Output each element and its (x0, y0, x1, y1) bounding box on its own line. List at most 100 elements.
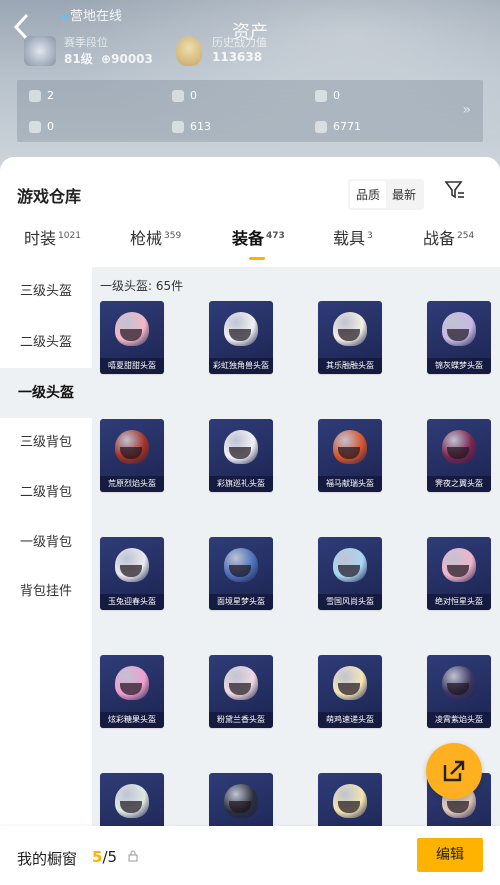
rank-caption: 赛季段位 (64, 36, 108, 49)
sidebar-item-level1-helmet[interactable]: 一级头盔 (0, 368, 92, 418)
showcase-current: 5 (92, 848, 103, 866)
item-name: 绝对恒星头盔 (427, 594, 491, 610)
tab-guns[interactable]: 枪械 359 (130, 225, 181, 249)
item-name: 玉兔迎春头盔 (100, 594, 164, 610)
lock-icon (128, 850, 138, 862)
medal-icon (315, 120, 327, 133)
item-name: 荒原烈焰头盔 (100, 476, 164, 492)
sort-toggle: 品质 最新 (348, 179, 425, 210)
item-card[interactable]: 福马献瑞头盔 (318, 419, 382, 492)
active-tab-indicator (249, 257, 265, 260)
tab-label: 时装 (24, 229, 57, 248)
resource-panel: 2 0 0 0 613 6771 » (17, 80, 483, 142)
rank-badge-icon (24, 36, 56, 66)
resource-value: 2 (47, 89, 54, 102)
item-card[interactable]: 凌霄紫焰头盔 (427, 655, 491, 728)
ticket-icon (29, 89, 41, 102)
tab-fashion[interactable]: 时装 1021 (24, 225, 81, 249)
warehouse-title: 游戏仓库 (17, 187, 82, 206)
rank-points: 90003 (111, 52, 153, 66)
item-card[interactable]: 锦灰蝶梦头盔 (427, 301, 491, 374)
item-name: 锦灰蝶梦头盔 (427, 358, 491, 374)
category-tabs: 时装 1021 枪械 359 装备 473 载具 3 战备 254 (0, 225, 500, 267)
resource-item: 2 (29, 89, 54, 102)
rank-stat: 赛季段位 81级 ⊕90003 (64, 34, 153, 67)
item-name: 粉黛兰香头盔 (209, 712, 273, 728)
item-name: 其乐融融头盔 (318, 358, 382, 374)
tab-label: 装备 (232, 229, 265, 248)
sidebar-item-level3-helmet[interactable]: 三级头盔 (0, 267, 92, 317)
sub-category-sidebar: 三级头盔 二级头盔 一级头盔 三级背包 二级背包 一级背包 背包挂件 (0, 267, 92, 885)
sidebar-item-level2-backpack[interactable]: 二级背包 (0, 468, 92, 518)
gold-coin-icon (315, 89, 327, 102)
power-badge-icon (176, 36, 202, 66)
item-card[interactable]: 炫彩糖果头盔 (100, 655, 164, 728)
warehouse-panel: 游戏仓库 品质 最新 时装 1021 枪械 359 装备 473 载具 3 战备 254 … (0, 157, 500, 885)
item-card[interactable]: 彩旗巡礼头盔 (209, 419, 273, 492)
showcase-bar: 我的橱窗 5/5 编辑 (0, 826, 500, 885)
coin-icon (172, 89, 184, 102)
item-card[interactable]: 粉黛兰香头盔 (209, 655, 273, 728)
tab-label: 战备 (423, 229, 456, 248)
item-card[interactable]: 霁夜之翼头盔 (427, 419, 491, 492)
tab-count: 3 (367, 230, 373, 241)
resource-value: 613 (190, 120, 211, 133)
resource-item: 0 (172, 89, 197, 102)
edit-button[interactable]: 编辑 (417, 838, 483, 872)
item-card[interactable]: 玉兔迎春头盔 (100, 537, 164, 610)
asset-header: 营地在线 资产 赛季段位 81级 ⊕90003 历史战力值 113638 2 0… (0, 0, 500, 175)
tab-count: 254 (457, 230, 475, 241)
sort-latest-button[interactable]: 最新 (386, 181, 422, 208)
item-card[interactable]: 面境星梦头盔 (209, 537, 273, 610)
resource-value: 0 (190, 89, 197, 102)
section-caption: 一级头盔: 65件 (100, 279, 184, 293)
share-button[interactable] (426, 743, 482, 799)
showcase-count: 5/5 (92, 848, 117, 866)
resource-item: 6771 (315, 120, 361, 133)
resource-value: 0 (333, 89, 340, 102)
share-icon (443, 760, 465, 782)
showcase-total: 5 (107, 848, 118, 866)
item-name: 嘻夏甜甜头盔 (100, 358, 164, 374)
item-card[interactable]: 其乐融融头盔 (318, 301, 382, 374)
showcase-label: 我的橱窗 (17, 850, 78, 868)
filter-icon[interactable] (444, 179, 466, 201)
tab-count: 359 (164, 230, 182, 241)
item-card[interactable]: 绝对恒星头盔 (427, 537, 491, 610)
item-name: 炫彩糖果头盔 (100, 712, 164, 728)
tab-supplies[interactable]: 战备 254 (423, 225, 474, 249)
item-card[interactable]: 萌鸡速递头盔 (318, 655, 382, 728)
power-value: 113638 (212, 50, 263, 64)
item-name: 面境星梦头盔 (209, 594, 273, 610)
item-name: 彩旗巡礼头盔 (209, 476, 273, 492)
resource-item: 613 (172, 120, 211, 133)
gem-icon (172, 120, 184, 133)
sidebar-item-level3-backpack[interactable]: 三级背包 (0, 418, 92, 468)
item-name: 彩虹独角兽头盔 (209, 358, 273, 374)
item-card[interactable]: 雪国风尚头盔 (318, 537, 382, 610)
item-name: 凌霄紫焰头盔 (427, 712, 491, 728)
sidebar-item-backpack-pendant[interactable]: 背包挂件 (0, 567, 92, 617)
rank-values: 81级 ⊕90003 (64, 52, 153, 66)
power-stat: 历史战力值 113638 (212, 34, 267, 64)
resource-item: 0 (315, 89, 340, 102)
sidebar-item-level2-helmet[interactable]: 二级头盔 (0, 318, 92, 368)
item-card[interactable]: 嘻夏甜甜头盔 (100, 301, 164, 374)
power-caption: 历史战力值 (212, 36, 267, 49)
item-name: 雪国风尚头盔 (318, 594, 382, 610)
tab-label: 载具 (333, 229, 366, 248)
tab-count: 1021 (58, 230, 81, 241)
item-name: 萌鸡速递头盔 (318, 712, 382, 728)
tab-equipment[interactable]: 装备 473 (232, 225, 285, 249)
item-card[interactable]: 荒原烈焰头盔 (100, 419, 164, 492)
card-icon (29, 120, 41, 133)
item-card[interactable]: 彩虹独角兽头盔 (209, 301, 273, 374)
tab-vehicles[interactable]: 载具 3 (333, 225, 373, 249)
resource-value: 6771 (333, 120, 361, 133)
chevron-right-icon[interactable]: » (462, 102, 471, 118)
resource-value: 0 (47, 120, 54, 133)
resource-item: 0 (29, 120, 54, 133)
sort-quality-button[interactable]: 品质 (350, 181, 387, 208)
item-name: 霁夜之翼头盔 (427, 476, 491, 492)
sidebar-item-level1-backpack[interactable]: 一级背包 (0, 518, 92, 568)
